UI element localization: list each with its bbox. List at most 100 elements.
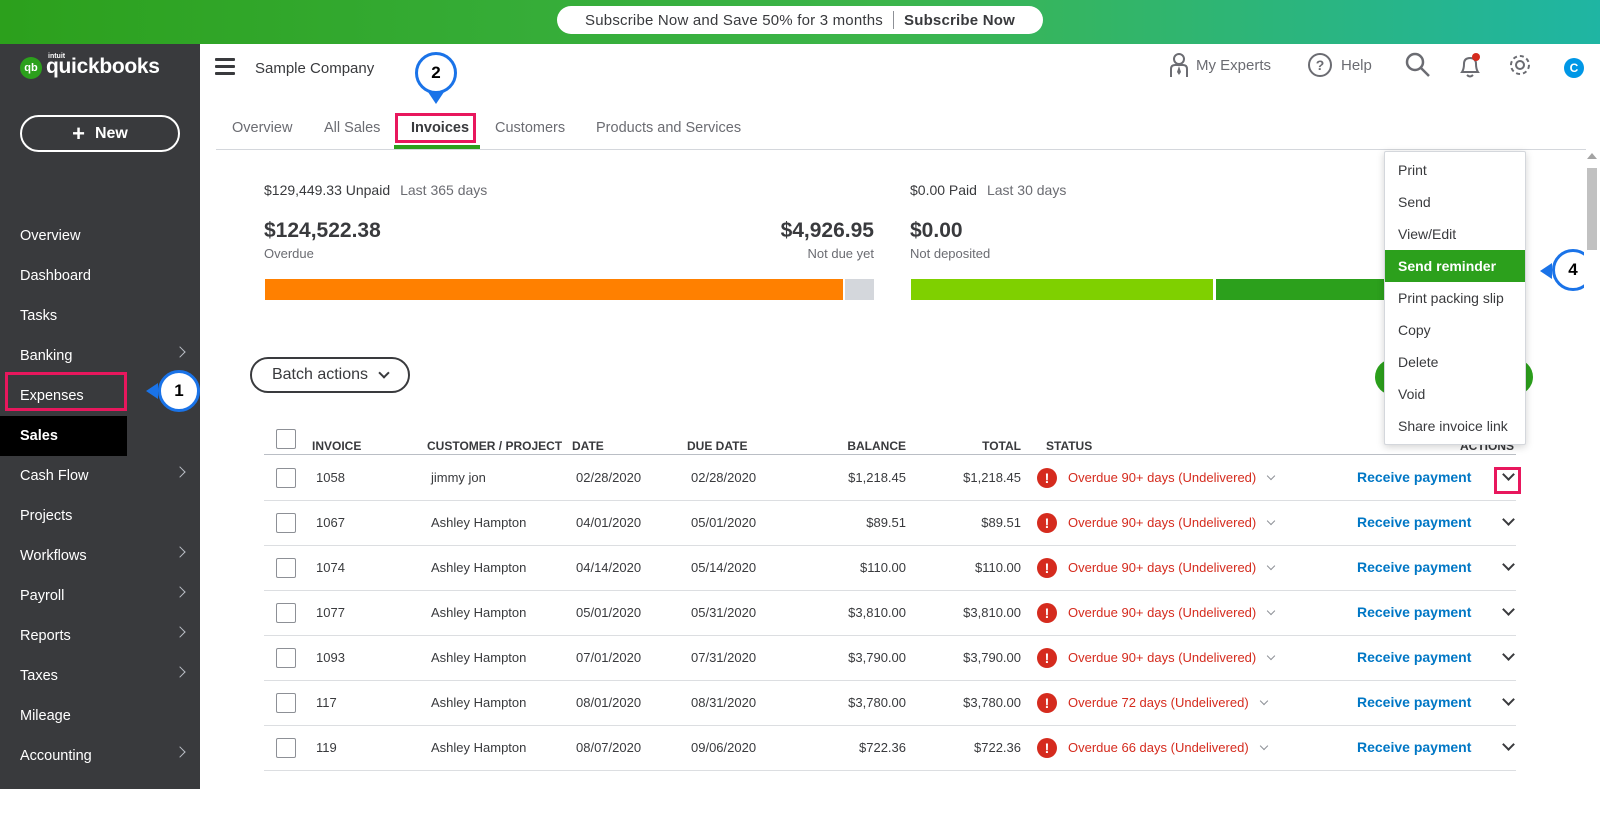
sidebar-item-workflows[interactable]: Workflows <box>0 536 200 576</box>
sidebar-item-cash-flow[interactable]: Cash Flow <box>0 456 200 496</box>
menu-item-print-packing-slip[interactable]: Print packing slip <box>1385 282 1525 314</box>
settings-button[interactable] <box>1507 52 1533 78</box>
sidebar-item-accounting[interactable]: Accounting <box>0 736 200 776</box>
subscribe-now-link[interactable]: Subscribe Now <box>904 12 1015 29</box>
notifications-button[interactable] <box>1457 52 1483 80</box>
row-checkbox[interactable] <box>276 513 296 533</box>
status-text[interactable]: Overdue 90+ days (Undelivered) <box>1068 470 1276 485</box>
customer-name[interactable]: Ashley Hampton <box>431 515 526 530</box>
actions-chevron-down-icon[interactable] <box>1502 693 1515 706</box>
sidebar-item-dashboard[interactable]: Dashboard <box>0 256 200 296</box>
sidebar-item-taxes[interactable]: Taxes <box>0 656 200 696</box>
row-checkbox[interactable] <box>276 468 296 488</box>
invoice-number[interactable]: 1074 <box>316 560 345 575</box>
menu-item-delete[interactable]: Delete <box>1385 346 1525 378</box>
table-row[interactable]: 1067 Ashley Hampton 04/01/2020 05/01/2020 $8… <box>264 501 1516 546</box>
receive-payment-link[interactable]: Receive payment <box>1357 604 1471 620</box>
sidebar-item-mileage[interactable]: Mileage <box>0 696 200 736</box>
search-button[interactable] <box>1405 52 1431 78</box>
sidebar-item-my-accountant[interactable]: My Accountant <box>0 776 200 816</box>
receive-payment-link[interactable]: Receive payment <box>1357 514 1471 530</box>
not-deposited-bar[interactable] <box>911 279 1213 300</box>
col-due-date[interactable]: DUE DATE <box>687 439 747 453</box>
menu-item-print[interactable]: Print <box>1385 154 1525 186</box>
overdue-bar[interactable] <box>265 279 843 300</box>
sidebar-item-banking[interactable]: Banking <box>0 336 200 376</box>
table-row[interactable]: 117 Ashley Hampton 08/01/2020 08/31/2020 $3,… <box>264 681 1516 726</box>
subscribe-pill[interactable]: Subscribe Now and Save 50% for 3 months … <box>557 6 1043 34</box>
sidebar-item-projects[interactable]: Projects <box>0 496 200 536</box>
deposited-bar[interactable] <box>1216 279 1386 300</box>
status-text[interactable]: Overdue 90+ days (Undelivered) <box>1068 515 1276 530</box>
col-customer[interactable]: CUSTOMER / PROJECT <box>427 439 562 453</box>
row-checkbox[interactable] <box>276 603 296 623</box>
invoice-number[interactable]: 1093 <box>316 650 345 665</box>
menu-item-copy[interactable]: Copy <box>1385 314 1525 346</box>
actions-chevron-down-icon[interactable] <box>1502 513 1515 526</box>
status-text[interactable]: Overdue 90+ days (Undelivered) <box>1068 650 1276 665</box>
menu-item-void[interactable]: Void <box>1385 378 1525 410</box>
customer-name[interactable]: Ashley Hampton <box>431 695 526 710</box>
invoice-number[interactable]: 1077 <box>316 605 345 620</box>
customer-name[interactable]: Ashley Hampton <box>431 605 526 620</box>
my-experts-button[interactable]: My Experts <box>1168 52 1271 78</box>
tab-overview[interactable]: Overview <box>232 120 292 136</box>
customer-name[interactable]: Ashley Hampton <box>431 740 526 755</box>
quickbooks-logo[interactable]: qb quickbooks intuit <box>20 53 160 80</box>
row-checkbox[interactable] <box>276 558 296 578</box>
avatar[interactable]: C <box>1564 58 1584 78</box>
table-row[interactable]: 1074 Ashley Hampton 04/14/2020 05/14/2020 $1… <box>264 546 1516 591</box>
receive-payment-link[interactable]: Receive payment <box>1357 649 1471 665</box>
status-text[interactable]: Overdue 90+ days (Undelivered) <box>1068 560 1276 575</box>
hamburger-menu-icon[interactable] <box>215 58 235 75</box>
status-text[interactable]: Overdue 72 days (Undelivered) <box>1068 695 1268 710</box>
invoice-number[interactable]: 1058 <box>316 470 345 485</box>
sidebar-item-overview[interactable]: Overview <box>0 216 200 256</box>
col-status[interactable]: STATUS <box>1046 439 1092 453</box>
receive-payment-link[interactable]: Receive payment <box>1357 739 1471 755</box>
invoice-number[interactable]: 1067 <box>316 515 345 530</box>
invoice-number[interactable]: 119 <box>316 740 337 755</box>
sidebar-item-reports[interactable]: Reports <box>0 616 200 656</box>
tab-all-sales[interactable]: All Sales <box>324 120 380 136</box>
row-checkbox[interactable] <box>276 738 296 758</box>
table-row[interactable]: 1077 Ashley Hampton 05/01/2020 05/31/2020 $3… <box>264 591 1516 636</box>
new-button[interactable]: + New <box>20 115 180 152</box>
actions-chevron-down-icon[interactable] <box>1502 558 1515 571</box>
row-checkbox[interactable] <box>276 648 296 668</box>
menu-item-share-invoice-link[interactable]: Share invoice link <box>1385 410 1525 442</box>
select-all-checkbox[interactable] <box>276 429 296 449</box>
sidebar-item-sales[interactable]: Sales <box>0 416 127 456</box>
col-balance[interactable]: BALANCE <box>806 439 906 453</box>
tab-products-services[interactable]: Products and Services <box>596 120 741 136</box>
row-checkbox[interactable] <box>276 693 296 713</box>
col-invoice[interactable]: INVOICE <box>312 439 361 453</box>
help-button[interactable]: ? Help <box>1307 52 1372 78</box>
menu-item-send[interactable]: Send <box>1385 186 1525 218</box>
customer-name[interactable]: Ashley Hampton <box>431 650 526 665</box>
col-total[interactable]: TOTAL <box>921 439 1021 453</box>
scroll-up-arrow-icon[interactable] <box>1587 153 1597 159</box>
customer-name[interactable]: Ashley Hampton <box>431 560 526 575</box>
batch-actions-button[interactable]: Batch actions <box>250 357 410 393</box>
actions-chevron-down-icon[interactable] <box>1502 648 1515 661</box>
status-text[interactable]: Overdue 66 days (Undelivered) <box>1068 740 1268 755</box>
table-row[interactable]: 1058 jimmy jon 02/28/2020 02/28/2020 $1,218.… <box>264 456 1516 501</box>
receive-payment-link[interactable]: Receive payment <box>1357 469 1471 485</box>
scrollbar-thumb[interactable] <box>1587 168 1597 250</box>
col-date[interactable]: DATE <box>572 439 604 453</box>
customer-name[interactable]: jimmy jon <box>431 470 486 485</box>
receive-payment-link[interactable]: Receive payment <box>1357 694 1471 710</box>
actions-chevron-down-icon[interactable] <box>1502 738 1515 751</box>
menu-item-send-reminder[interactable]: Send reminder <box>1385 250 1525 282</box>
menu-item-view-edit[interactable]: View/Edit <box>1385 218 1525 250</box>
status-text[interactable]: Overdue 90+ days (Undelivered) <box>1068 605 1276 620</box>
not-due-bar[interactable] <box>845 279 874 300</box>
invoice-number[interactable]: 117 <box>316 695 337 710</box>
tab-customers[interactable]: Customers <box>495 120 565 136</box>
actions-chevron-down-icon[interactable] <box>1502 603 1515 616</box>
table-row[interactable]: 1093 Ashley Hampton 07/01/2020 07/31/2020 $3… <box>264 636 1516 681</box>
table-row[interactable]: 119 Ashley Hampton 08/07/2020 09/06/2020 $72… <box>264 726 1516 771</box>
receive-payment-link[interactable]: Receive payment <box>1357 559 1471 575</box>
sidebar-item-payroll[interactable]: Payroll <box>0 576 200 616</box>
